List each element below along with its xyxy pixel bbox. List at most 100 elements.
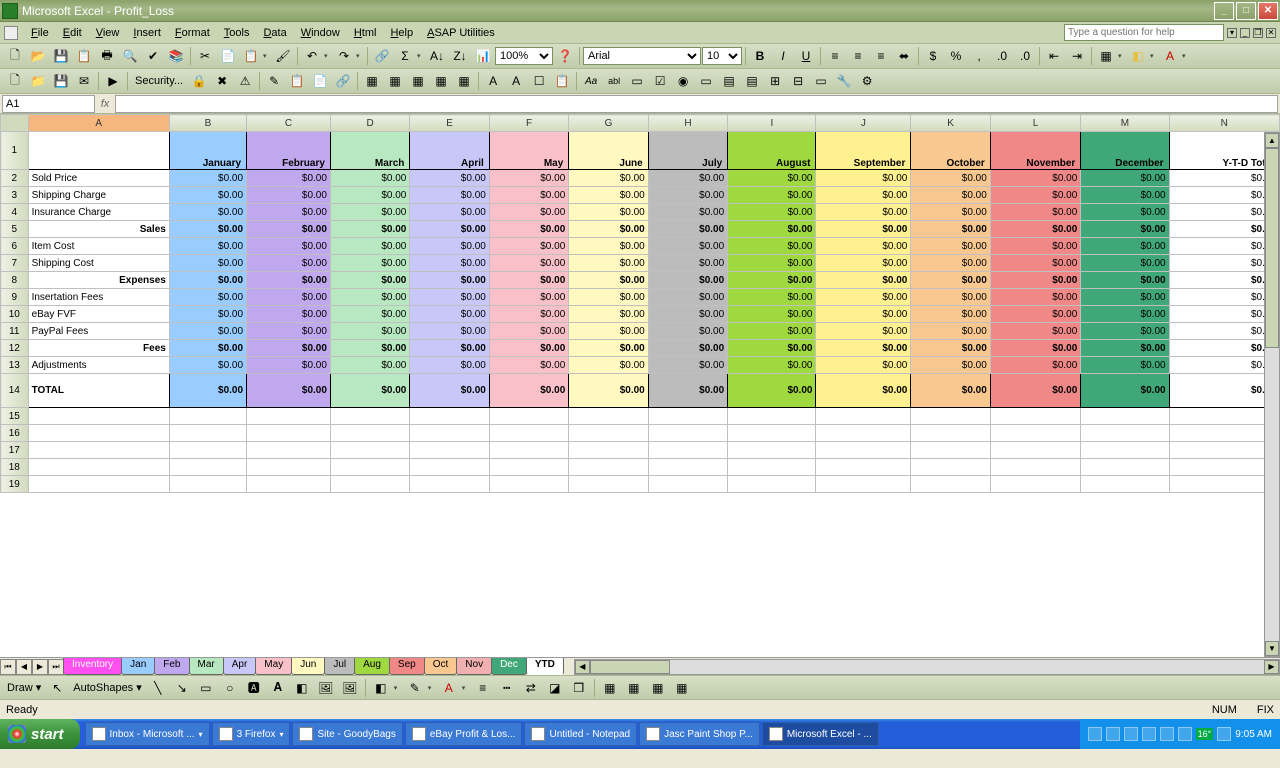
- cell-N9[interactable]: $0.00: [1169, 289, 1279, 306]
- cell-H8[interactable]: $0.00: [648, 272, 727, 289]
- close-button[interactable]: ✕: [1258, 2, 1278, 20]
- cell-G19[interactable]: [569, 476, 648, 493]
- menu-html[interactable]: Html: [347, 25, 384, 41]
- sheet-tab-aug[interactable]: Aug: [354, 658, 390, 675]
- cell-L2[interactable]: $0.00: [990, 170, 1080, 187]
- cell-H19[interactable]: [648, 476, 727, 493]
- cell-E13[interactable]: $0.00: [410, 357, 489, 374]
- cell-H2[interactable]: $0.00: [648, 170, 727, 187]
- month-head-July[interactable]: July: [648, 132, 727, 170]
- line-icon[interactable]: ╲: [147, 677, 169, 699]
- font-size-select[interactable]: 10: [702, 47, 742, 65]
- cell-E8[interactable]: $0.00: [410, 272, 489, 289]
- cell-I6[interactable]: $0.00: [728, 238, 816, 255]
- cell-G8[interactable]: $0.00: [569, 272, 648, 289]
- align-right-icon[interactable]: ≡: [870, 45, 892, 67]
- sheet-tab-inventory[interactable]: Inventory: [63, 658, 122, 675]
- cell-N13[interactable]: $0.00: [1169, 357, 1279, 374]
- line-color-icon[interactable]: ✎: [404, 677, 426, 699]
- cell-L16[interactable]: [990, 425, 1080, 442]
- tb2-icon[interactable]: 💾: [50, 70, 72, 92]
- cell-E12[interactable]: $0.00: [410, 340, 489, 357]
- cell-F16[interactable]: [489, 425, 568, 442]
- cell-I5[interactable]: $0.00: [728, 221, 816, 238]
- tb2-icon[interactable]: ▶: [102, 70, 124, 92]
- sort-asc-icon[interactable]: A↓: [426, 45, 448, 67]
- cell-H14[interactable]: $0.00: [648, 374, 727, 408]
- cell-C10[interactable]: $0.00: [247, 306, 331, 323]
- cell-M9[interactable]: $0.00: [1081, 289, 1169, 306]
- sheet-tab-jan[interactable]: Jan: [121, 658, 155, 675]
- percent-icon[interactable]: %: [945, 45, 967, 67]
- line-style-icon[interactable]: ≡: [472, 677, 494, 699]
- row-head-9[interactable]: 9: [1, 289, 29, 306]
- picture-icon[interactable]: 🖼: [339, 677, 361, 699]
- cell-L10[interactable]: $0.00: [990, 306, 1080, 323]
- cell-J19[interactable]: [816, 476, 911, 493]
- cell-K3[interactable]: $0.00: [911, 187, 990, 204]
- tb2-icon[interactable]: ▭: [626, 70, 648, 92]
- cell-D8[interactable]: $0.00: [330, 272, 409, 289]
- cell-K18[interactable]: [911, 459, 990, 476]
- cell-B4[interactable]: $0.00: [169, 204, 246, 221]
- cell-K2[interactable]: $0.00: [911, 170, 990, 187]
- cell-I11[interactable]: $0.00: [728, 323, 816, 340]
- cell-N18[interactable]: [1169, 459, 1279, 476]
- security-button[interactable]: Security...: [131, 74, 187, 88]
- row-head-10[interactable]: 10: [1, 306, 29, 323]
- month-head-June[interactable]: June: [569, 132, 648, 170]
- cell-J7[interactable]: $0.00: [816, 255, 911, 272]
- clipart-icon[interactable]: 🖼: [315, 677, 337, 699]
- cell-B13[interactable]: $0.00: [169, 357, 246, 374]
- cell-N7[interactable]: $0.00: [1169, 255, 1279, 272]
- horizontal-scrollbar[interactable]: ◀ ▶: [574, 659, 1280, 675]
- cell-K15[interactable]: [911, 408, 990, 425]
- col-head-E[interactable]: E: [410, 115, 489, 132]
- cell-M11[interactable]: $0.00: [1081, 323, 1169, 340]
- tb2-icon[interactable]: 🔧: [833, 70, 855, 92]
- cell-B2[interactable]: $0.00: [169, 170, 246, 187]
- cell-C16[interactable]: [247, 425, 331, 442]
- month-head-February[interactable]: February: [247, 132, 331, 170]
- cell-B17[interactable]: [169, 442, 246, 459]
- cell-D11[interactable]: $0.00: [330, 323, 409, 340]
- cell-C4[interactable]: $0.00: [247, 204, 331, 221]
- col-head-K[interactable]: K: [911, 115, 990, 132]
- tray-icon[interactable]: [1106, 727, 1120, 741]
- row-head-17[interactable]: 17: [1, 442, 29, 459]
- cell-H13[interactable]: $0.00: [648, 357, 727, 374]
- cell-L11[interactable]: $0.00: [990, 323, 1080, 340]
- col-head-C[interactable]: C: [247, 115, 331, 132]
- cell-H16[interactable]: [648, 425, 727, 442]
- tb2-icon[interactable]: 🔒: [188, 70, 210, 92]
- cell-I7[interactable]: $0.00: [728, 255, 816, 272]
- cell-A7[interactable]: Shipping Cost: [28, 255, 169, 272]
- cell-H6[interactable]: $0.00: [648, 238, 727, 255]
- cell-B6[interactable]: $0.00: [169, 238, 246, 255]
- cell-B16[interactable]: [169, 425, 246, 442]
- tray-icon[interactable]: [1178, 727, 1192, 741]
- cell-I8[interactable]: $0.00: [728, 272, 816, 289]
- cell-D4[interactable]: $0.00: [330, 204, 409, 221]
- cell-F18[interactable]: [489, 459, 568, 476]
- cell-B19[interactable]: [169, 476, 246, 493]
- cell-A9[interactable]: Insertation Fees: [28, 289, 169, 306]
- tb2-icon[interactable]: ✎: [263, 70, 285, 92]
- tb2-icon[interactable]: ▦: [384, 70, 406, 92]
- cell-B7[interactable]: $0.00: [169, 255, 246, 272]
- tb2-icon[interactable]: ☐: [528, 70, 550, 92]
- cell-K10[interactable]: $0.00: [911, 306, 990, 323]
- name-box[interactable]: [2, 95, 95, 113]
- cell-I19[interactable]: [728, 476, 816, 493]
- sheet-tab-dec[interactable]: Dec: [491, 658, 527, 675]
- cell-I16[interactable]: [728, 425, 816, 442]
- cell-M4[interactable]: $0.00: [1081, 204, 1169, 221]
- cell-N15[interactable]: [1169, 408, 1279, 425]
- tb2-icon[interactable]: ▦: [453, 70, 475, 92]
- tb3-icon[interactable]: ▦: [599, 677, 621, 699]
- cell-A18[interactable]: [28, 459, 169, 476]
- tb2-icon[interactable]: ▦: [407, 70, 429, 92]
- cell-F7[interactable]: $0.00: [489, 255, 568, 272]
- font-color-icon[interactable]: A: [438, 677, 460, 699]
- cell-I10[interactable]: $0.00: [728, 306, 816, 323]
